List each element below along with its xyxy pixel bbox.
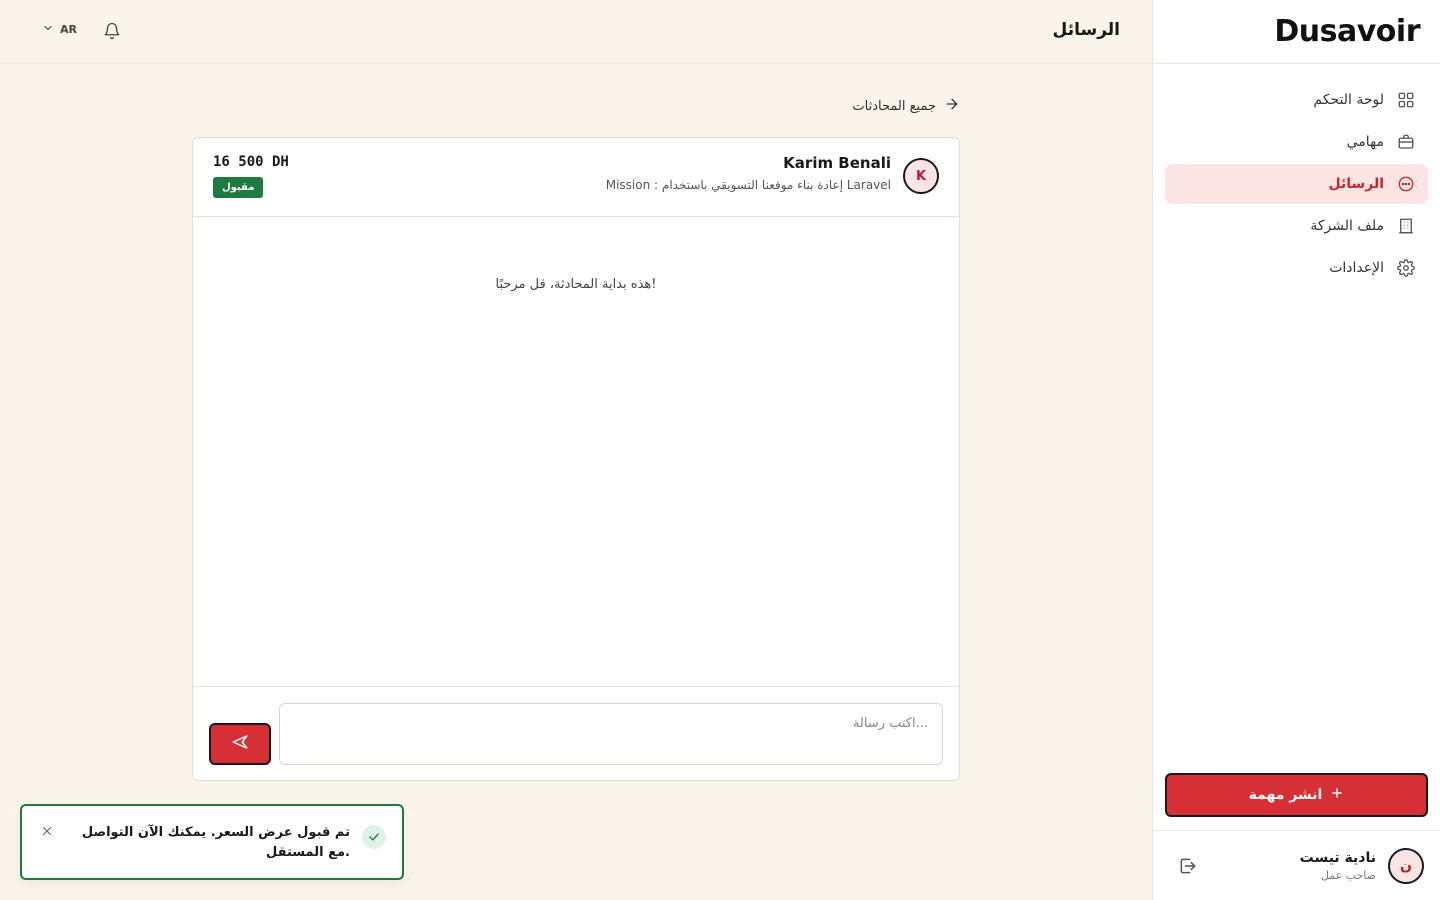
toast-message: تم قبول عرض السعر. يمكنك الآن التواصل مع… [81,825,350,860]
avatar[interactable]: ن [1388,847,1424,884]
top-bar: AR الرسائل [0,0,1152,64]
quote-summary: 16 500 DH مقبول [213,154,289,198]
sidebar-item-company-profile[interactable]: ملف الشركة [1165,206,1428,246]
arrow-right-icon [944,96,960,116]
sidebar-item-settings[interactable]: الإعدادات [1165,248,1428,288]
sidebar-item-label: لوحة التحكم [1313,92,1384,108]
send-icon [231,733,249,755]
conversation-panel: K Karim Benali Mission : إعادة بناء موقع… [192,137,960,781]
sidebar-nav: لوحة التحكم مهامي الرسائل ملف الشركة الإ… [1153,64,1440,288]
contact-name: Karim Benali [783,154,891,172]
user-role: صاحب عمل [1320,868,1376,882]
conversation-header: K Karim Benali Mission : إعادة بناء موقع… [193,138,959,217]
gear-icon [1396,258,1416,278]
publish-mission-button[interactable]: انشر مهمة [1165,773,1428,817]
sidebar-item-label: الرسائل [1328,176,1384,192]
logo[interactable]: Dusavoir [1274,14,1420,49]
logo-area: Dusavoir [1153,0,1440,64]
sidebar-item-my-missions[interactable]: مهامي [1165,122,1428,162]
grid-icon [1396,90,1416,110]
user-profile: نادية تيست صاحب عمل ن [1153,830,1440,900]
briefcase-icon [1396,132,1416,152]
quote-price: 16 500 DH [213,154,289,170]
success-toast: تم قبول عرض السعر. يمكنك الآن التواصل مع… [20,804,404,880]
message-composer [193,687,959,780]
check-icon [362,825,386,849]
message-input[interactable] [279,703,943,765]
send-button[interactable] [209,723,271,765]
language-label: AR [60,23,77,36]
plus-icon [1330,786,1344,804]
sidebar-item-label: مهامي [1346,134,1384,150]
sidebar-item-label: الإعدادات [1329,260,1384,276]
back-link-label: جميع المحادثات [852,98,936,114]
sidebar-item-messages[interactable]: الرسائل [1165,164,1428,204]
messages-area: هذه بداية المحادثة، قل مرحبًا! [193,217,959,687]
logout-icon[interactable] [1177,855,1199,877]
sidebar: Dusavoir لوحة التحكم مهامي الرسائل ملف ا… [1152,0,1440,900]
publish-label: انشر مهمة [1248,787,1323,803]
sidebar-item-dashboard[interactable]: لوحة التحكم [1165,80,1428,120]
status-badge: مقبول [213,177,264,198]
close-icon[interactable] [40,824,54,838]
user-name: نادية تيست [1299,849,1376,866]
contact-info: Karim Benali Mission : إعادة بناء موقعنا… [606,154,891,192]
empty-conversation-message: هذه بداية المحادثة، قل مرحبًا! [495,277,657,292]
sidebar-item-label: ملف الشركة [1310,218,1384,234]
message-icon [1396,174,1416,194]
bell-icon[interactable] [102,21,122,41]
all-conversations-link[interactable]: جميع المحادثات [852,96,960,116]
chevron-down-icon [42,22,54,37]
language-selector[interactable]: AR [42,22,77,37]
mission-title: Mission : إعادة بناء موقعنا التسويقي باس… [605,178,891,192]
building-icon [1396,216,1416,236]
user-text: نادية تيست صاحب عمل [1300,850,1376,882]
page-title: الرسائل [1052,20,1120,40]
contact-avatar: K [903,158,939,194]
